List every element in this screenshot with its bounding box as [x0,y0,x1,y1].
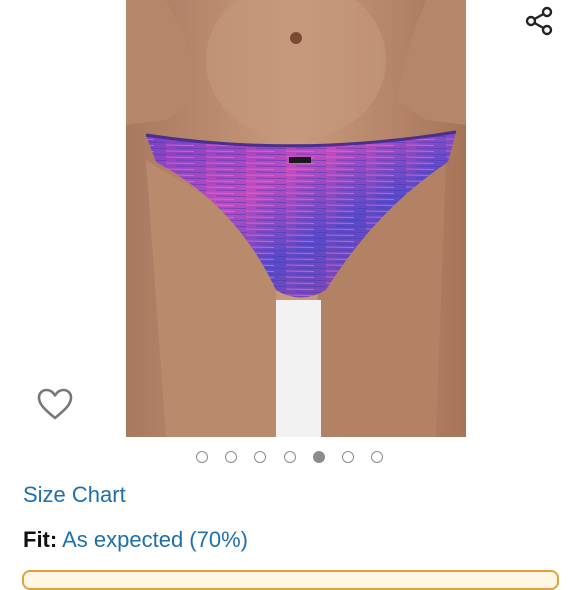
heart-outline-icon [37,388,73,420]
carousel-dot[interactable] [342,451,354,463]
image-carousel-indicator [0,451,580,467]
product-image[interactable] [126,0,466,437]
share-button[interactable] [521,3,557,39]
carousel-dot-active[interactable] [313,451,325,463]
size-chart-link[interactable]: Size Chart [23,482,126,508]
fit-rating: Fit: As expected (70%) [23,527,248,553]
add-to-cart-button[interactable] [22,570,559,590]
carousel-dot[interactable] [284,451,296,463]
carousel-dot[interactable] [254,451,266,463]
fit-value-link[interactable]: As expected (70%) [62,527,248,552]
carousel-dot[interactable] [371,451,383,463]
product-photo [126,0,466,437]
carousel-dot[interactable] [225,451,237,463]
carousel-dot[interactable] [196,451,208,463]
share-icon [525,6,553,36]
wishlist-button[interactable] [34,384,76,424]
fit-label: Fit: [23,527,58,552]
